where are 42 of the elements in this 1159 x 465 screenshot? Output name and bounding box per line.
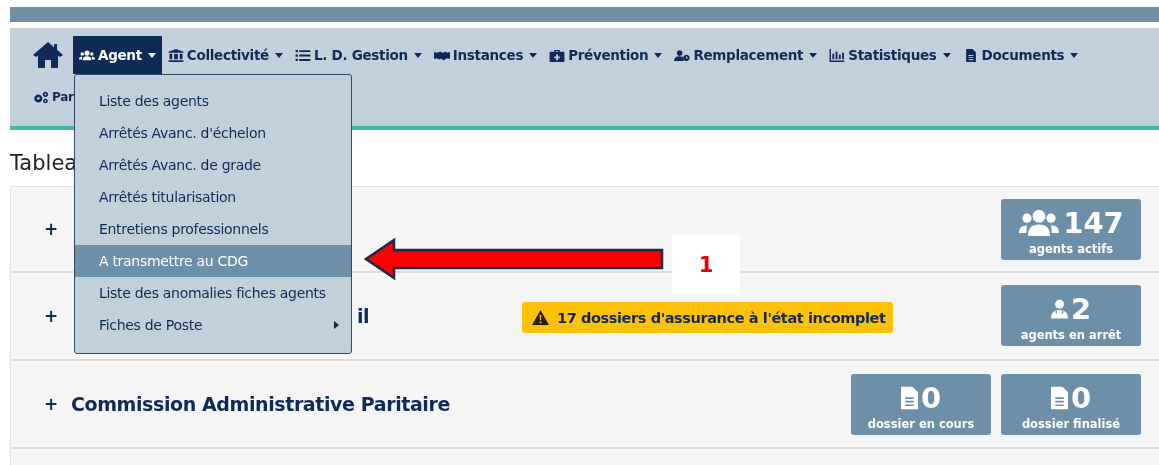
caret-icon [942,52,951,58]
nav-menu-item[interactable]: Remplacement [668,36,824,74]
caret-icon [809,52,818,58]
user-clock-icon [674,48,691,62]
expand-toggle[interactable]: + [44,394,71,414]
nav-menu-item[interactable]: Agent [73,36,162,74]
menu-item[interactable]: Arrêtés titularisation [75,181,351,213]
caret-icon [1070,52,1079,58]
users-icon [79,48,95,62]
gears-icon [33,90,49,104]
nav-menu-item[interactable]: Documents [956,36,1085,74]
caret-icon [147,52,156,58]
caret-icon [654,52,663,58]
callout-number: 1 [672,235,740,295]
nav-menu-item[interactable]: Statistiques [823,36,957,74]
section-title[interactable]: il [357,305,370,327]
home-icon[interactable] [32,41,64,69]
caret-icon [413,52,422,58]
menu-item[interactable]: Arrêtés Avanc. de grade [75,149,351,181]
medkit-icon [549,48,566,62]
document-icon [900,384,918,411]
warning-icon [532,310,549,325]
users-icon [1018,208,1061,237]
expand-toggle[interactable]: + [44,306,71,326]
menu-item[interactable]: Fiches de Poste [75,309,351,341]
section-title[interactable]: Commission Administrative Paritaire [71,393,450,415]
menu-item[interactable]: Entretiens professionnels [75,213,351,245]
menu-item[interactable]: Arrêtés Avanc. d'échelon [75,117,351,149]
page-title: Tablea [10,150,78,177]
list-icon [294,48,311,62]
warning-badge: 17 dossiers d'assurance à l'état incomplet [522,302,894,333]
nav-menu-item[interactable]: Collectivité [161,36,289,74]
expand-toggle[interactable]: + [44,219,71,239]
nav-menu-item[interactable]: Instances [427,36,544,74]
nav-menu-item[interactable]: L. D. Gestion [288,36,428,74]
menu-item[interactable]: Liste des anomalies fiches agents [75,277,351,309]
bank-icon [167,48,184,62]
bar-chart-icon [829,48,846,62]
document-icon [1050,384,1068,411]
nav-menu-item[interactable]: Prévention [543,36,669,74]
caret-icon [274,52,283,58]
caret-icon [529,52,538,58]
